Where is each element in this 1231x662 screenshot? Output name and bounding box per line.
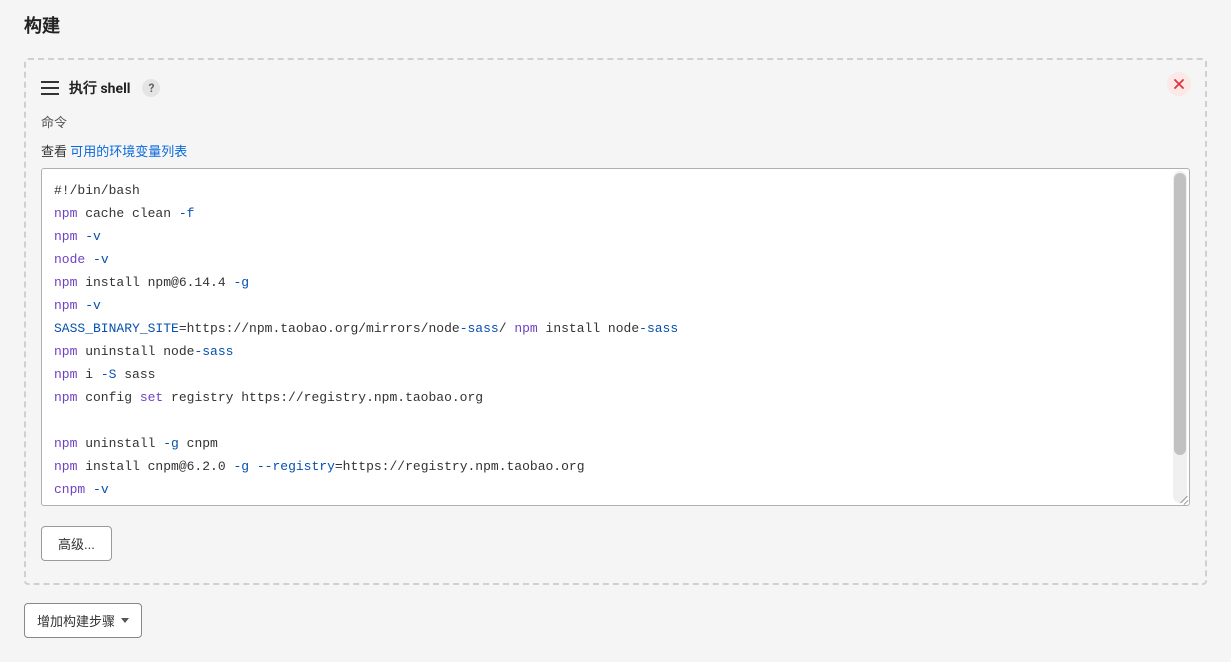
shell-command-textarea[interactable]: #!/bin/bash npm cache clean -f npm -v no… xyxy=(41,168,1190,506)
env-vars-link[interactable]: 可用的环境变量列表 xyxy=(70,145,187,160)
command-field-label: 命令 xyxy=(41,112,1190,131)
build-step-panel: 执行 shell ? 命令 查看 可用的环境变量列表 #!/bin/bash n… xyxy=(24,58,1207,585)
hint-prefix-text: 查看 xyxy=(41,145,70,160)
scrollbar-track[interactable] xyxy=(1173,171,1187,503)
scrollbar-thumb[interactable] xyxy=(1174,173,1186,455)
advanced-button[interactable]: 高级... xyxy=(41,526,112,561)
help-icon[interactable]: ? xyxy=(142,79,160,97)
delete-step-button[interactable] xyxy=(1167,72,1191,96)
step-title: 执行 shell xyxy=(69,78,130,98)
add-build-step-button[interactable]: 增加构建步骤 xyxy=(24,603,142,638)
drag-handle-icon[interactable] xyxy=(41,81,59,95)
chevron-down-icon xyxy=(121,618,129,623)
add-build-step-label: 增加构建步骤 xyxy=(37,611,115,630)
shell-command-content[interactable]: #!/bin/bash npm cache clean -f npm -v no… xyxy=(42,169,1189,505)
step-header: 执行 shell ? xyxy=(41,78,1190,98)
section-title: 构建 xyxy=(24,0,1207,58)
env-vars-hint: 查看 可用的环境变量列表 xyxy=(41,141,1190,160)
close-icon xyxy=(1174,79,1184,89)
